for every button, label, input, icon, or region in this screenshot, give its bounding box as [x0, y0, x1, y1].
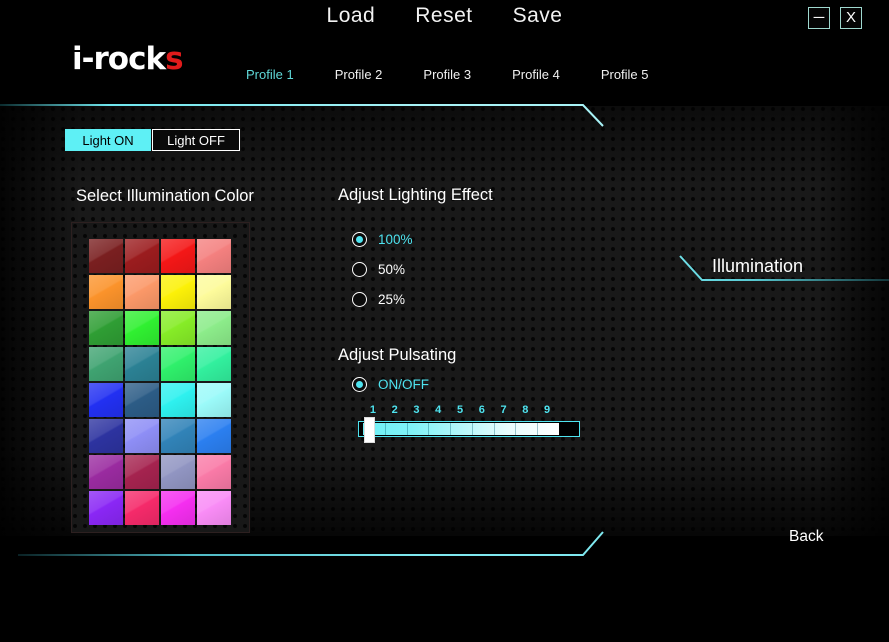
- slider-tick-2: 2: [391, 404, 398, 416]
- app-window: Load Reset Save ─ X i-rocks Profile 1 Pr…: [0, 0, 889, 642]
- slider-segment-divider: [428, 423, 430, 435]
- lighting-effect-heading: Adjust Lighting Effect: [338, 186, 493, 204]
- slider-segment-divider: [493, 423, 495, 435]
- light-on-tab[interactable]: Light ON: [65, 129, 151, 151]
- slider-tick-5: 5: [456, 404, 464, 416]
- light-off-tab[interactable]: Light OFF: [152, 129, 240, 151]
- color-swatch[interactable]: [89, 491, 123, 525]
- slider-tick-6: 6: [478, 404, 485, 416]
- tab-profile-1[interactable]: Profile 1: [246, 68, 294, 81]
- effect-option-100[interactable]: 100%: [352, 232, 413, 247]
- profile-tabs: Profile 1 Profile 2 Profile 3 Profile 4 …: [246, 68, 649, 81]
- color-swatch[interactable]: [161, 419, 195, 453]
- effect-option-25-label: 25%: [378, 291, 406, 307]
- color-swatch[interactable]: [89, 419, 123, 453]
- color-swatch[interactable]: [125, 491, 159, 525]
- slider-handle[interactable]: [364, 417, 375, 443]
- effect-option-50-label: 50%: [378, 261, 406, 277]
- color-swatch[interactable]: [197, 311, 231, 345]
- brand-logo-main: i-rock: [72, 41, 166, 77]
- slider-tick-8: 8: [522, 404, 529, 416]
- radio-icon[interactable]: [352, 232, 367, 247]
- color-swatch[interactable]: [161, 275, 195, 309]
- color-swatch[interactable]: [197, 239, 231, 273]
- pulsating-slider[interactable]: 1 2 3 4 5 6 7 8 9: [358, 405, 580, 443]
- color-swatch[interactable]: [89, 455, 123, 489]
- color-swatch[interactable]: [197, 275, 231, 309]
- radio-icon[interactable]: [352, 262, 367, 277]
- top-menu: Load Reset Save: [0, 0, 889, 30]
- slider-tick-9: 9: [544, 404, 551, 416]
- slider-tick-1: 1: [369, 404, 376, 416]
- color-swatch[interactable]: [161, 347, 195, 381]
- color-swatch[interactable]: [161, 311, 195, 345]
- brand-logo: i-rocks: [72, 41, 184, 77]
- color-swatch[interactable]: [125, 347, 159, 381]
- color-swatch[interactable]: [197, 419, 231, 453]
- close-button[interactable]: X: [840, 7, 862, 29]
- save-button[interactable]: Save: [513, 5, 563, 26]
- effect-option-100-label: 100%: [378, 231, 413, 247]
- back-button[interactable]: Back: [789, 529, 823, 545]
- tab-profile-5[interactable]: Profile 5: [601, 68, 649, 81]
- select-color-heading: Select Illumination Color: [76, 187, 254, 205]
- color-swatch[interactable]: [197, 383, 231, 417]
- slider-fill: [363, 423, 559, 435]
- minimize-button[interactable]: ─: [808, 7, 830, 29]
- slider-segment-divider: [515, 423, 517, 435]
- color-swatch[interactable]: [125, 311, 159, 345]
- effect-option-25[interactable]: 25%: [352, 292, 405, 307]
- color-swatch[interactable]: [89, 347, 123, 381]
- color-swatch[interactable]: [89, 383, 123, 417]
- color-swatch[interactable]: [125, 239, 159, 273]
- slider-segment-divider: [384, 423, 386, 435]
- load-button[interactable]: Load: [327, 5, 376, 26]
- tab-profile-4[interactable]: Profile 4: [512, 68, 560, 81]
- pulsating-toggle[interactable]: ON/OFF: [352, 377, 429, 392]
- tab-profile-3[interactable]: Profile 3: [423, 68, 471, 81]
- color-swatch[interactable]: [161, 239, 195, 273]
- color-swatch[interactable]: [125, 455, 159, 489]
- slider-segment-divider: [471, 423, 473, 435]
- slider-track[interactable]: [358, 417, 580, 443]
- color-palette-panel: [71, 222, 250, 533]
- slider-segment-divider: [537, 423, 539, 435]
- slider-segment-divider: [450, 423, 452, 435]
- pulsating-toggle-label: ON/OFF: [378, 376, 429, 392]
- color-swatch[interactable]: [89, 239, 123, 273]
- slider-segment-divider: [406, 423, 408, 435]
- radio-icon[interactable]: [352, 377, 367, 392]
- color-swatch[interactable]: [125, 419, 159, 453]
- color-swatch[interactable]: [161, 383, 195, 417]
- color-swatch[interactable]: [161, 491, 195, 525]
- light-toggle-group: Light ON Light OFF: [65, 129, 240, 151]
- effect-option-50[interactable]: 50%: [352, 262, 405, 277]
- slider-tick-7: 7: [500, 404, 507, 416]
- slider-tick-3: 3: [413, 404, 420, 416]
- brand-logo-accent: s: [165, 41, 183, 77]
- pulsating-heading: Adjust Pulsating: [338, 346, 457, 364]
- page-title: Illumination: [712, 256, 804, 276]
- color-swatch[interactable]: [89, 275, 123, 309]
- color-swatch[interactable]: [197, 455, 231, 489]
- color-swatch-grid: [89, 239, 231, 525]
- tab-profile-2[interactable]: Profile 2: [335, 68, 383, 81]
- color-swatch[interactable]: [197, 491, 231, 525]
- color-swatch[interactable]: [125, 275, 159, 309]
- radio-icon[interactable]: [352, 292, 367, 307]
- slider-tick-labels: 1 2 3 4 5 6 7 8 9: [358, 405, 580, 419]
- reset-button[interactable]: Reset: [415, 5, 472, 26]
- color-swatch[interactable]: [89, 311, 123, 345]
- color-swatch[interactable]: [125, 383, 159, 417]
- slider-tick-4: 4: [435, 404, 442, 416]
- color-swatch[interactable]: [197, 347, 231, 381]
- color-swatch[interactable]: [161, 455, 195, 489]
